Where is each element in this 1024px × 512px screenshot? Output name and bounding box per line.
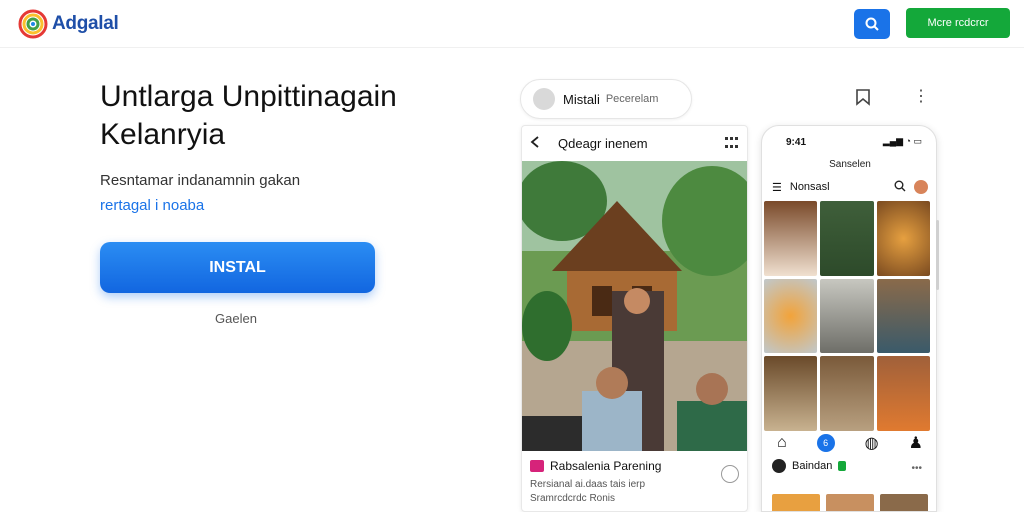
author-name: Mistali bbox=[563, 91, 600, 107]
grid-icon[interactable] bbox=[725, 137, 739, 152]
post-photo[interactable] bbox=[522, 161, 748, 451]
more-options-icon[interactable]: ⋮ bbox=[913, 88, 929, 106]
bookmark-icon[interactable] bbox=[855, 88, 871, 106]
home-icon[interactable]: ⌂ bbox=[777, 434, 787, 452]
card-search-label[interactable]: Qdeagr inenem bbox=[558, 136, 648, 151]
photo-grid bbox=[764, 201, 930, 431]
caption-line-1: Rersianal ai.daas tais ierp bbox=[530, 479, 646, 490]
status-time: 9:41 bbox=[786, 137, 807, 148]
avatar bbox=[772, 459, 786, 473]
caption-badge bbox=[530, 460, 544, 472]
hero-link[interactable]: rertagal i noaba bbox=[100, 197, 204, 214]
post-card: Qdeagr inenem Rabsalenia Parening Rersia… bbox=[521, 125, 748, 512]
more-button[interactable]: Mcre rcdcrcr bbox=[906, 8, 1010, 38]
thumb[interactable] bbox=[772, 494, 820, 511]
avatar bbox=[533, 88, 555, 110]
phone-title: Sanselen bbox=[829, 159, 871, 170]
brand[interactable]: Adgalal bbox=[18, 9, 119, 39]
grid-tile[interactable] bbox=[820, 278, 874, 354]
profile-icon[interactable]: ♟ bbox=[909, 433, 923, 453]
brand-name: Adgalal bbox=[52, 13, 119, 34]
back-icon[interactable] bbox=[530, 136, 544, 151]
scrollbar[interactable] bbox=[936, 220, 939, 290]
phone-thumbs bbox=[772, 494, 928, 511]
phone-nav: ☰ Nonsasl bbox=[772, 178, 928, 196]
phone-footer-name[interactable]: Baindan bbox=[792, 460, 832, 472]
logo-icon bbox=[18, 9, 48, 39]
page-title: Untlarga Unpittinagain Kelanryia bbox=[100, 80, 397, 151]
share-icon[interactable] bbox=[721, 465, 739, 483]
verified-badge bbox=[838, 461, 847, 471]
signal-icon: ▂▄▆ ◔ ▭ bbox=[882, 136, 922, 146]
caption-title[interactable]: Rabsalenia Parening bbox=[550, 459, 661, 473]
menu-icon[interactable]: ☰ bbox=[772, 181, 782, 194]
grid-tile[interactable] bbox=[820, 201, 874, 276]
grid-tile[interactable] bbox=[820, 356, 874, 431]
top-bar: Adgalal Mcre rcdcrcr bbox=[0, 0, 1024, 48]
author-subtitle: Pecerelam bbox=[605, 93, 659, 105]
author-pill[interactable]: Mistali Pecerelam bbox=[520, 79, 692, 119]
phone-search-icon[interactable] bbox=[894, 180, 906, 195]
grid-tile[interactable] bbox=[764, 356, 818, 431]
chat-icon[interactable]: ◍ bbox=[865, 433, 879, 453]
phone-mockup: 9:41 ▂▄▆ ◔ ▭ Sanselen ☰ Nonsasl ⌂ 6 ◍ ♟ … bbox=[761, 125, 937, 512]
grid-tile[interactable] bbox=[764, 278, 818, 354]
grid-tile[interactable] bbox=[764, 201, 818, 276]
phone-more-icon[interactable]: ••• bbox=[911, 463, 922, 474]
grid-tile[interactable] bbox=[876, 278, 930, 354]
avatar[interactable] bbox=[914, 180, 928, 194]
search-button[interactable] bbox=[854, 9, 890, 39]
hero-subtitle: Resntamar indanamnin gakan bbox=[100, 172, 301, 189]
thumb[interactable] bbox=[826, 494, 874, 511]
install-button[interactable]: INSTAL bbox=[100, 242, 375, 293]
grid-tile[interactable] bbox=[876, 356, 930, 431]
phone-tab-bar: ⌂ 6 ◍ ♟ bbox=[762, 431, 936, 455]
thumb[interactable] bbox=[880, 494, 928, 511]
search-icon bbox=[865, 17, 879, 31]
tab-badge[interactable]: 6 bbox=[816, 434, 835, 452]
phone-nav-label: Nonsasl bbox=[789, 181, 830, 193]
grid-tile[interactable] bbox=[876, 201, 930, 276]
phone-footer: Baindan bbox=[772, 459, 847, 473]
secondary-link[interactable]: Gaelen bbox=[215, 311, 257, 326]
caption-line-2: Sramrcdcrdc Ronis bbox=[530, 493, 616, 504]
card-header: Qdeagr inenem bbox=[522, 126, 747, 161]
post-caption: Rabsalenia Parening Rersianal ai.daas ta… bbox=[522, 451, 747, 511]
